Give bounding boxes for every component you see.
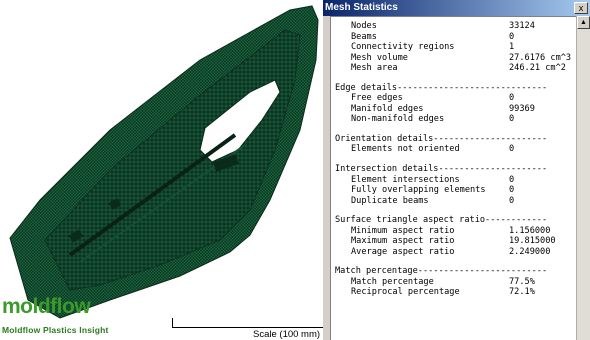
stat-value: 33124 <box>509 21 535 31</box>
stat-value: 0 <box>509 174 515 185</box>
stat-label: Maximum aspect ratio <box>351 236 455 247</box>
stat-label: Match percentage <box>351 276 434 287</box>
section-stat-row: Reciprocal percentage 72.1% <box>331 287 576 298</box>
stat-label: Nodes <box>351 21 377 31</box>
section-stat-row: Manifold edges 99369 <box>331 104 576 115</box>
close-button[interactable]: x <box>574 2 588 14</box>
section-heading: Intersection details--------------------… <box>335 163 548 174</box>
general-stat-row: Mesh volume 27.6176 cm^3 <box>331 53 576 64</box>
stat-value: 0 <box>509 144 515 155</box>
stat-value: 0 <box>509 185 515 196</box>
section-stat-row: Average aspect ratio 2.249000 <box>331 247 576 258</box>
stat-value: 0 <box>509 195 515 206</box>
stat-value: 1 <box>509 42 515 53</box>
moldflow-brand: moldflow Moldflow Plastics Insight <box>2 295 109 336</box>
section-stat-row: Non-manifold edges 0 <box>331 114 576 125</box>
section-stat-row: Maximum aspect ratio 19.815000 <box>331 236 576 247</box>
statistics-report: Nodes 33124 Beams 0 Connectivity regions 1 Mes… <box>330 16 576 340</box>
stat-label: Beams <box>351 31 377 42</box>
stat-label: Minimum aspect ratio <box>351 225 455 236</box>
stat-label: Free edges <box>351 93 403 104</box>
stat-value: 1.156000 <box>509 225 551 236</box>
section-stat-row: Minimum aspect ratio 1.156000 <box>331 226 576 237</box>
dialog-titlebar[interactable]: Mesh Statistics x <box>323 0 590 16</box>
section-heading: Surface triangle aspect ratio-----------… <box>335 215 548 226</box>
section-stat-row: Match percentage 77.5% <box>331 277 576 288</box>
stat-label: Mesh area <box>351 63 398 74</box>
section-heading: Match percentage------------------------… <box>335 266 548 277</box>
scale-label: Scale (100 mm) <box>253 329 321 340</box>
vertical-scrollbar[interactable]: ▲ <box>576 16 590 340</box>
stat-label: Element intersections <box>351 174 460 185</box>
stat-value: 72.1% <box>509 287 535 298</box>
section-stat-row: Duplicate beams 0 <box>331 196 576 207</box>
stat-value: 0 <box>509 31 515 42</box>
mesh-model-render <box>9 5 319 319</box>
stat-label: Elements not oriented <box>351 144 460 155</box>
scale-bar <box>172 318 323 328</box>
model-viewport[interactable]: moldflow Moldflow Plastics Insight Scale… <box>0 0 323 340</box>
product-name: Moldflow Plastics Insight <box>2 325 109 335</box>
section-heading: Edge details----------------------------… <box>335 82 548 93</box>
moldflow-logo: moldflow <box>2 295 91 318</box>
stat-label: Manifold edges <box>351 103 424 114</box>
stat-label: Non-manifold edges <box>351 114 445 125</box>
stat-value: 246.21 cm^2 <box>509 63 566 74</box>
general-stat-row: Mesh area 246.21 cm^2 <box>331 63 576 74</box>
stat-label: Reciprocal percentage <box>351 287 460 298</box>
stat-value: 0 <box>509 93 515 104</box>
stat-label: Average aspect ratio <box>351 246 455 257</box>
stat-value: 0 <box>509 114 515 125</box>
section-stat-row: Free edges 0 <box>331 93 576 104</box>
stat-label: Mesh volume <box>351 52 408 63</box>
section-stat-row: Fully overlapping elements 0 <box>331 185 576 196</box>
stat-value: 99369 <box>509 103 535 114</box>
stat-label: Fully overlapping elements <box>351 185 486 196</box>
stat-label: Connectivity regions <box>351 42 455 53</box>
stat-value: 77.5% <box>509 276 535 287</box>
stat-label: Duplicate beams <box>351 195 429 206</box>
section-heading: Orientation details---------------------… <box>335 133 548 144</box>
stat-value: 27.6176 cm^3 <box>509 52 572 63</box>
stat-value: 19.815000 <box>509 236 556 247</box>
general-stat-row: Connectivity regions 1 <box>331 42 576 53</box>
stat-value: 2.249000 <box>509 246 551 257</box>
scroll-up-button[interactable]: ▲ <box>577 16 590 29</box>
mesh-statistics-dialog: Mesh Statistics x Nodes 33124 Beams 0 Connec… <box>323 0 590 340</box>
general-stat-row: Nodes 33124 <box>331 21 576 32</box>
dialog-title: Mesh Statistics <box>325 2 398 13</box>
general-stat-row: Beams 0 <box>331 32 576 43</box>
section-stat-row: Elements not oriented 0 <box>331 144 576 155</box>
section-stat-row: Element intersections 0 <box>331 175 576 186</box>
